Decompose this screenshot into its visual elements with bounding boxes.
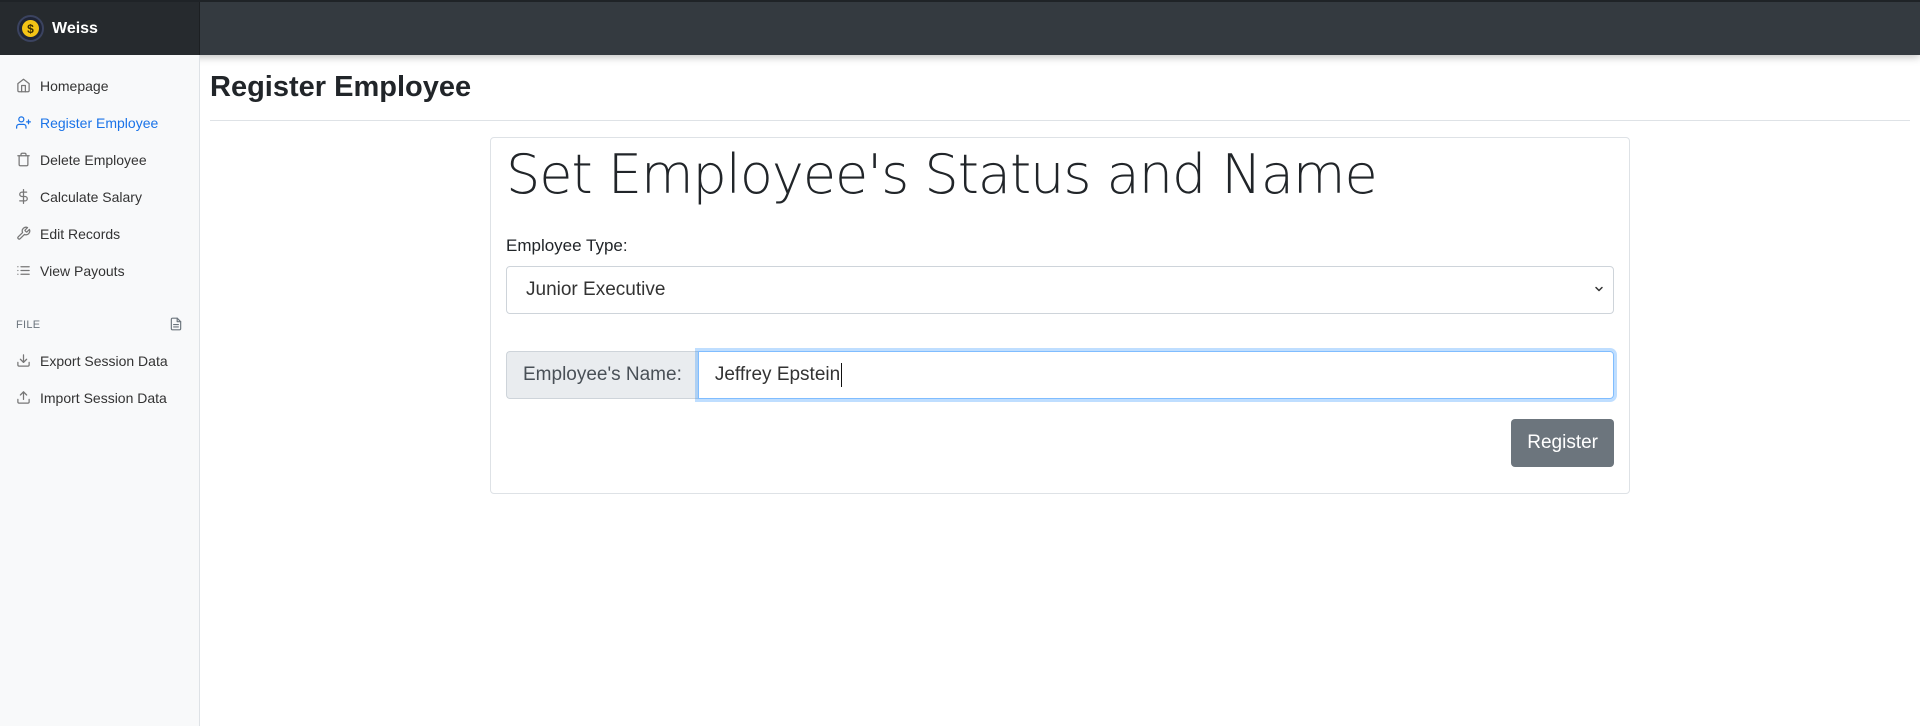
sidebar-item-view-payouts[interactable]: View Payouts	[0, 252, 199, 289]
card-title: Set Employee's Status and Name	[506, 143, 1378, 206]
button-row: Register	[506, 419, 1614, 467]
brand[interactable]: $ Weiss	[0, 2, 200, 55]
sidebar-item-label: Register Employee	[40, 114, 159, 131]
download-icon	[16, 353, 32, 369]
coin-icon: $	[22, 20, 39, 37]
main-content: Register Employee Set Employee's Status …	[210, 55, 1910, 494]
sidebar-item-homepage[interactable]: Homepage	[0, 67, 199, 104]
employee-type-label: Employee Type:	[506, 236, 628, 255]
brand-name: Weiss	[52, 19, 98, 37]
sidebar-item-register-employee[interactable]: Register Employee	[0, 104, 199, 141]
section-heading-label: FILE	[16, 319, 41, 331]
sidebar-item-delete-employee[interactable]: Delete Employee	[0, 141, 199, 178]
sidebar-section-file: FILE	[0, 314, 199, 336]
employee-name-group: Employee's Name: Jeffrey Epstein	[506, 351, 1614, 399]
chevron-down-icon	[1593, 279, 1605, 301]
top-navbar: $ Weiss	[0, 0, 1920, 55]
sidebar-item-label: View Payouts	[40, 262, 125, 279]
upload-icon	[16, 390, 32, 406]
dollar-icon	[16, 188, 32, 205]
home-icon	[16, 78, 32, 94]
sidebar-item-label: Import Session Data	[40, 389, 167, 406]
sidebar-item-import-session-data[interactable]: Import Session Data	[0, 379, 199, 416]
sidebar-item-label: Export Session Data	[40, 352, 168, 369]
trash-icon	[16, 152, 32, 168]
sidebar-item-label: Calculate Salary	[40, 188, 142, 205]
page-title: Register Employee	[210, 71, 472, 103]
register-form-card: Set Employee's Status and Name Employee …	[490, 137, 1630, 494]
text-caret	[841, 363, 843, 387]
employee-name-prefix: Employee's Name:	[506, 351, 698, 399]
sidebar: Homepage Register Employee Delete Employ…	[0, 55, 200, 726]
sidebar-item-label: Homepage	[40, 77, 109, 94]
user-plus-icon	[16, 115, 32, 131]
sidebar-item-edit-records[interactable]: Edit Records	[0, 215, 199, 252]
sidebar-item-label: Delete Employee	[40, 151, 147, 168]
employee-type-value: Junior Executive	[526, 279, 666, 300]
brand-logo-icon: $	[17, 15, 44, 42]
list-icon	[16, 263, 32, 279]
employee-name-value: Jeffrey Epstein	[714, 364, 841, 385]
employee-name-input[interactable]: Jeffrey Epstein	[697, 351, 1614, 399]
sidebar-item-calculate-salary[interactable]: Calculate Salary	[0, 178, 199, 215]
file-text-icon[interactable]	[169, 317, 183, 334]
wrench-icon	[16, 226, 32, 242]
register-button[interactable]: Register	[1511, 419, 1614, 467]
page-header: Register Employee	[210, 69, 1910, 121]
sidebar-item-label: Edit Records	[40, 225, 121, 242]
sidebar-item-export-session-data[interactable]: Export Session Data	[0, 342, 199, 379]
employee-type-select[interactable]: Junior Executive	[506, 266, 1614, 314]
